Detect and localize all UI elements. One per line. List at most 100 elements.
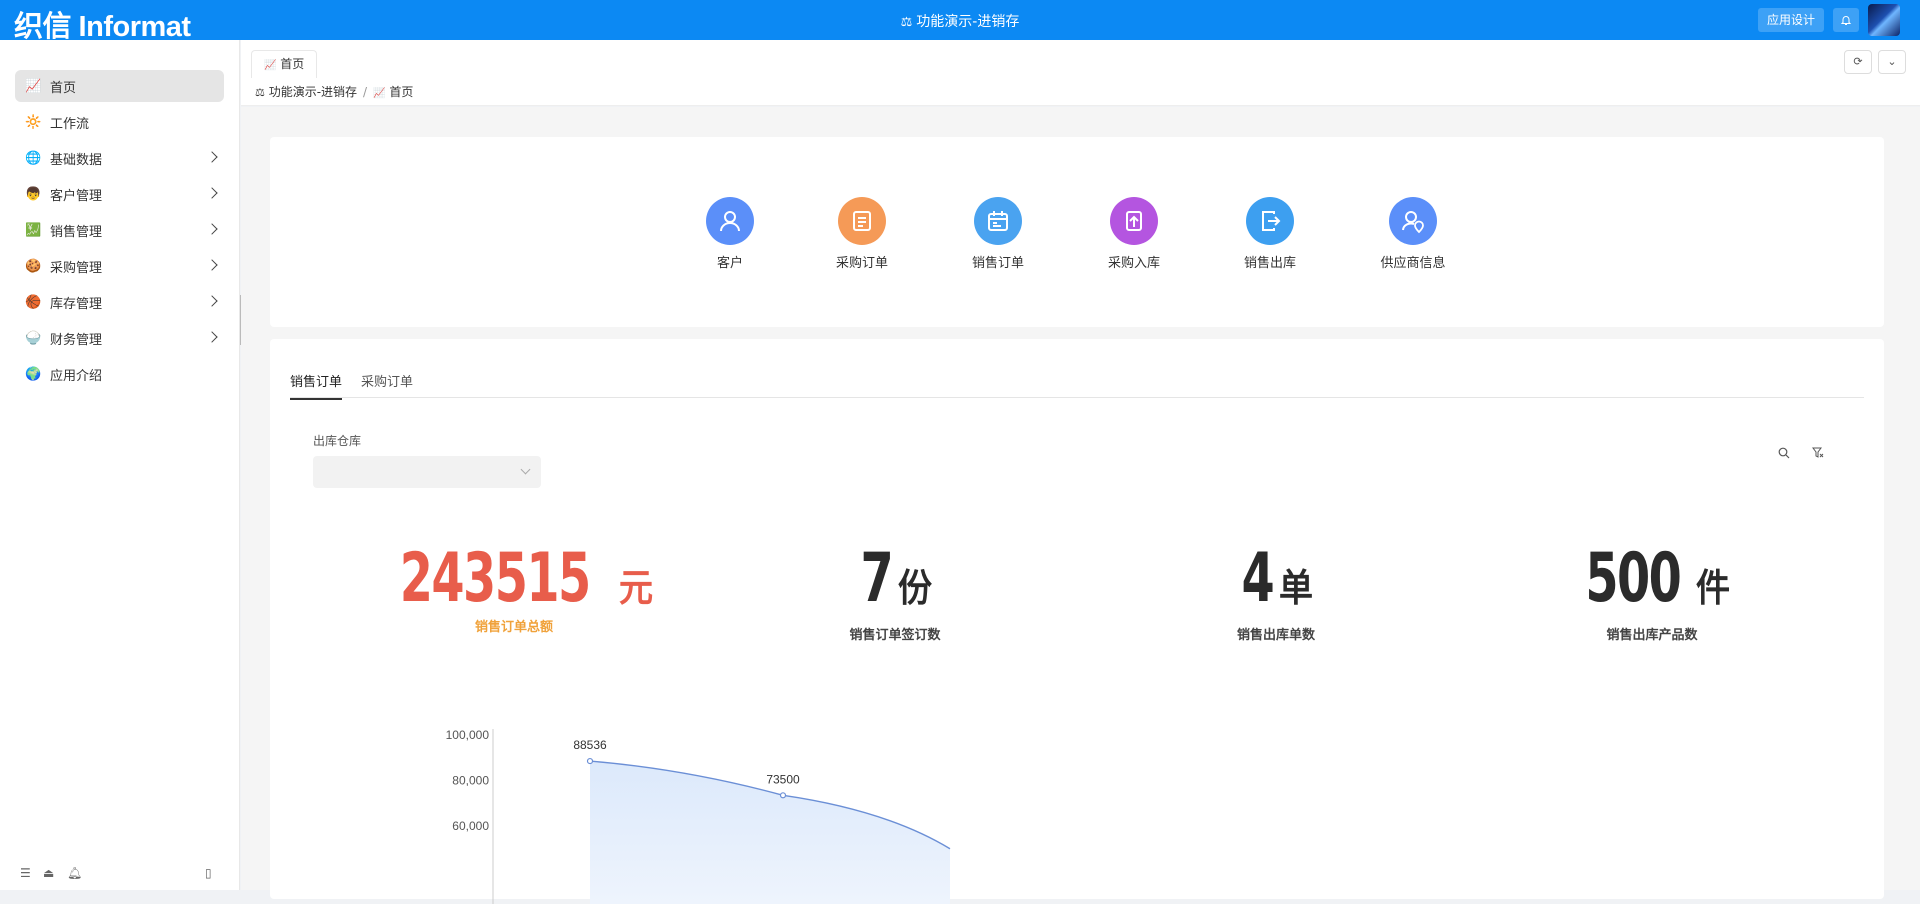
menu-item-icon: 📈 bbox=[25, 78, 42, 94]
menu-item-icon: 🔆 bbox=[25, 114, 42, 130]
chart-point bbox=[779, 792, 787, 799]
stat-outbound-count: 4单 销售出库单数 bbox=[1126, 544, 1426, 644]
sidebar-item[interactable]: 💹 销售管理 bbox=[15, 214, 224, 246]
clear-filter-icon[interactable] bbox=[1812, 447, 1824, 463]
app-title: ⚖ 功能演示-进销存 bbox=[0, 11, 1920, 31]
tab-purchase-orders[interactable]: 采购订单 bbox=[361, 371, 413, 398]
sidebar-menu: 📈 首页 🔆 工作流 🌐 基础数据 👦 客户管理 💹 销售管理 🍪 采购管理 🏀 库存管理 🍚 财务管理 🌍 应用… bbox=[15, 70, 224, 394]
quick-access-card: 客户 采购订单 销售订单 采购入库 销售出库 供应商信息 bbox=[270, 137, 1884, 327]
menu-item-icon: 👦 bbox=[25, 186, 42, 202]
scale-icon: ⚖ bbox=[255, 86, 265, 99]
app-title-text: 功能演示-进销存 bbox=[916, 14, 1020, 30]
sales-area-chart: 100,000 80,000 60,000 88536 73500 bbox=[446, 728, 951, 904]
quick-access-customer[interactable]: 客户 bbox=[675, 197, 785, 271]
chart-data-label: 73500 bbox=[766, 772, 800, 786]
sidebar-item-label: 应用介绍 bbox=[50, 368, 103, 384]
stat-sales-total: 243515 元 销售订单总额 bbox=[364, 544, 664, 636]
stat-unit: 单 bbox=[1279, 566, 1314, 610]
quick-access-sales-outbound[interactable]: 销售出库 bbox=[1215, 197, 1325, 271]
menu-item-icon: 🌍 bbox=[25, 366, 42, 382]
sidebar-item-label: 库存管理 bbox=[50, 296, 103, 312]
breadcrumb-item-app[interactable]: ⚖ 功能演示-进销存 bbox=[255, 85, 357, 99]
chart-data-label: 88536 bbox=[573, 738, 607, 752]
sidebar-item[interactable]: 🍪 采购管理 bbox=[15, 250, 224, 282]
top-bar: 织信 Informat ⚖ 功能演示-进销存 应用设计 bbox=[0, 0, 1920, 43]
search-icon[interactable] bbox=[1778, 447, 1790, 463]
sidebar: 📈 首页 🔆 工作流 🌐 基础数据 👦 客户管理 💹 销售管理 🍪 采购管理 🏀 库存管理 🍚 财务管理 🌍 应用… bbox=[0, 40, 240, 890]
breadcrumb-separator: / bbox=[363, 85, 368, 99]
quick-access-label: 销售出库 bbox=[1243, 256, 1296, 271]
bell-icon bbox=[1840, 16, 1852, 25]
notification-button[interactable] bbox=[1833, 8, 1859, 32]
breadcrumb-app-label: 功能演示-进销存 bbox=[268, 85, 358, 99]
stat-outbound-products: 500 件 销售出库产品数 bbox=[1502, 544, 1802, 644]
menu-item-icon: 🌐 bbox=[25, 150, 42, 166]
breadcrumb-item-home[interactable]: 📈 首页 bbox=[373, 85, 413, 99]
sidebar-item[interactable]: 🏀 库存管理 bbox=[15, 286, 224, 318]
stat-unit: 元 bbox=[618, 566, 653, 610]
quick-access-label: 采购入库 bbox=[1107, 256, 1160, 271]
bell-icon[interactable]: 🔔︎ bbox=[67, 866, 82, 880]
quick-access-purchase-inbound[interactable]: 采购入库 bbox=[1079, 197, 1189, 271]
sidebar-item-label: 客户管理 bbox=[50, 188, 103, 204]
chevron-right-icon bbox=[206, 331, 218, 343]
quick-access-label: 采购订单 bbox=[835, 256, 888, 271]
sidebar-item[interactable]: 🔆 工作流 bbox=[15, 106, 224, 138]
breadcrumb: ⚖ 功能演示-进销存 / 📈 首页 bbox=[241, 78, 1920, 106]
stat-unit: 件 bbox=[1695, 566, 1730, 610]
stat-sales-signed: 7份 销售订单签订数 bbox=[745, 544, 1045, 644]
chevron-right-icon bbox=[206, 187, 218, 199]
quick-access-sales-order[interactable]: 销售订单 bbox=[943, 197, 1053, 271]
stat-value-row: 7份 bbox=[745, 544, 1045, 614]
stat-unit: 份 bbox=[898, 566, 933, 610]
stat-value-row: 500 件 bbox=[1502, 544, 1802, 614]
chevron-down-icon bbox=[520, 464, 531, 475]
page-tabs-bar: 📈 首页 ⟳ ⌄ bbox=[241, 40, 1920, 78]
chart-point bbox=[586, 757, 594, 765]
tabs-dropdown-button[interactable]: ⌄ bbox=[1878, 50, 1906, 74]
sidebar-item[interactable]: 🌐 基础数据 bbox=[15, 142, 224, 174]
quick-access-label: 销售订单 bbox=[971, 256, 1024, 271]
refresh-button[interactable]: ⟳ bbox=[1844, 50, 1872, 74]
tab-sales-orders[interactable]: 销售订单 bbox=[290, 371, 343, 400]
menu-item-icon: 💹 bbox=[25, 222, 42, 238]
app-design-button[interactable]: 应用设计 bbox=[1758, 8, 1824, 32]
list-icon[interactable]: ☰ bbox=[20, 866, 31, 880]
tabs-divider bbox=[290, 397, 1864, 398]
user-location-icon bbox=[1389, 197, 1437, 245]
warehouse-select[interactable] bbox=[313, 456, 541, 488]
stat-value-row: 243515 元 bbox=[364, 544, 664, 614]
breadcrumb-home-label: 首页 bbox=[389, 85, 414, 99]
tab-home[interactable]: 📈 首页 bbox=[251, 50, 318, 78]
sidebar-item[interactable]: 👦 客户管理 bbox=[15, 178, 224, 210]
chevron-right-icon bbox=[206, 223, 218, 235]
eject-icon[interactable]: ⏏ bbox=[43, 866, 54, 880]
panel-toggle-icon[interactable]: ▯ bbox=[205, 866, 212, 880]
chevron-right-icon bbox=[206, 295, 218, 307]
quick-access-supplier[interactable]: 供应商信息 bbox=[1358, 197, 1468, 271]
sidebar-item-label: 采购管理 bbox=[50, 260, 103, 276]
stat-caption: 销售订单总额 bbox=[474, 620, 553, 635]
sidebar-item-label: 基础数据 bbox=[50, 152, 103, 168]
user-icon bbox=[706, 197, 754, 245]
chart-icon: 📈 bbox=[373, 88, 386, 99]
stat-value: 243515 bbox=[400, 539, 591, 618]
chart-y-tick-label: 80,000 bbox=[452, 774, 489, 788]
user-avatar[interactable] bbox=[1868, 4, 1900, 36]
sidebar-item[interactable]: 🍚 财务管理 bbox=[15, 322, 224, 354]
sidebar-item-label: 工作流 bbox=[50, 116, 90, 132]
stat-value-row: 4单 bbox=[1126, 544, 1426, 614]
quick-access-label: 客户 bbox=[716, 256, 743, 271]
warehouse-filter-label: 出库仓库 bbox=[313, 434, 362, 448]
chart-y-tick-label: 60,000 bbox=[452, 819, 489, 833]
stat-value: 4 bbox=[1241, 539, 1274, 618]
menu-item-icon: 🏀 bbox=[25, 294, 42, 310]
sidebar-item[interactable]: 🌍 应用介绍 bbox=[15, 358, 224, 390]
sidebar-item-label: 财务管理 bbox=[50, 332, 103, 348]
menu-item-icon: 🍚 bbox=[25, 330, 42, 346]
dashboard-card: 销售订单 采购订单 出库仓库 243515 元 销售订单总额 7份 销售订单签订数 bbox=[270, 339, 1884, 904]
chevron-right-icon bbox=[206, 151, 218, 163]
sidebar-item[interactable]: 📈 首页 bbox=[15, 70, 224, 102]
calendar-icon bbox=[974, 197, 1022, 245]
quick-access-purchase-order[interactable]: 采购订单 bbox=[807, 197, 917, 271]
